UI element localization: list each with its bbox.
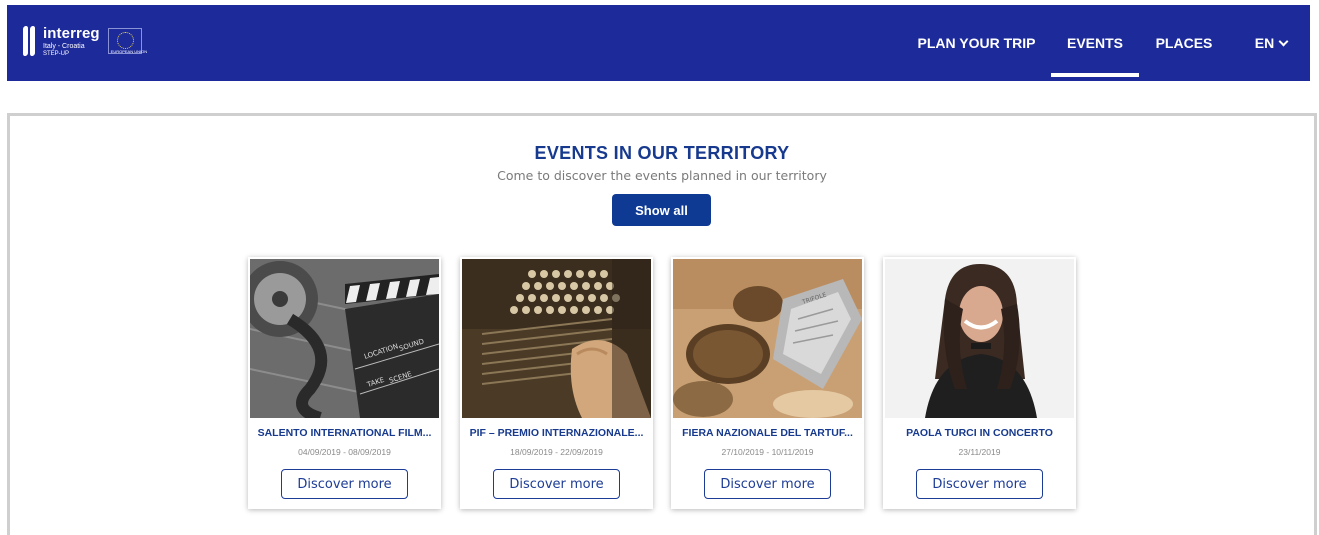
event-image-accordion[interactable] xyxy=(462,259,651,418)
discover-more-button[interactable]: Discover more xyxy=(916,469,1043,499)
events-section: EVENTS IN OUR TERRITORY Come to discover… xyxy=(7,113,1317,535)
interreg-mark-icon xyxy=(23,25,37,57)
event-title[interactable]: PIF – PREMIO INTERNAZIONALE... xyxy=(464,427,649,439)
event-date: 27/10/2019 - 10/11/2019 xyxy=(721,447,814,457)
event-card[interactable]: PAOLA TURCI IN CONCERTO 23/11/2019 Disco… xyxy=(883,257,1076,509)
chevron-down-icon xyxy=(1278,36,1289,46)
section-title: EVENTS IN OUR TERRITORY xyxy=(534,143,790,163)
event-date: 04/09/2019 - 08/09/2019 xyxy=(298,447,391,457)
event-card[interactable]: LOCATION SOUND TAKE SCENE SALENTO INTERNATI… xyxy=(248,257,441,509)
nav-places[interactable]: PLACES xyxy=(1153,5,1215,81)
event-title[interactable]: FIERA NAZIONALE DEL TARTUF... xyxy=(675,427,860,439)
event-image-film-clapperboard[interactable]: LOCATION SOUND TAKE SCENE xyxy=(250,259,439,418)
event-card[interactable]: PIF – PREMIO INTERNAZIONALE... 18/09/201… xyxy=(460,257,653,509)
discover-more-button[interactable]: Discover more xyxy=(493,469,620,499)
eu-flag-icon: EUROPEAN UNION xyxy=(107,28,147,54)
logo-brand: interreg xyxy=(43,24,100,42)
top-navbar: interreg Italy - Croatia STEP-UP EUROPEA… xyxy=(7,5,1310,81)
nav-events[interactable]: EVENTS xyxy=(1051,5,1139,81)
event-card[interactable]: TRIFOLE FIERA NAZIONALE DEL TARTUF... 27… xyxy=(671,257,864,509)
event-title[interactable]: SALENTO INTERNATIONAL FILM... xyxy=(252,427,437,439)
event-date: 23/11/2019 xyxy=(958,447,1001,457)
language-selector[interactable]: EN xyxy=(1251,5,1291,81)
nav-plan-your-trip[interactable]: PLAN YOUR TRIP xyxy=(916,5,1037,81)
section-subtitle: Come to discover the events planned in o… xyxy=(497,168,827,183)
event-image-singer-portrait[interactable] xyxy=(885,259,1074,418)
logo-subtitle: Italy - Croatia xyxy=(43,42,85,50)
show-all-button[interactable]: Show all xyxy=(612,194,711,226)
discover-more-button[interactable]: Discover more xyxy=(281,469,408,499)
discover-more-button[interactable]: Discover more xyxy=(704,469,831,499)
event-title[interactable]: PAOLA TURCI IN CONCERTO xyxy=(887,427,1072,439)
language-label: EN xyxy=(1254,35,1275,51)
eu-label: EUROPEAN UNION xyxy=(110,49,148,54)
logo-project: STEP-UP xyxy=(43,50,70,57)
interreg-logo[interactable]: interreg Italy - Croatia STEP-UP EUROPEA… xyxy=(23,24,147,58)
event-date: 18/09/2019 - 22/09/2019 xyxy=(510,447,603,457)
event-image-truffles[interactable]: TRIFOLE xyxy=(673,259,862,418)
